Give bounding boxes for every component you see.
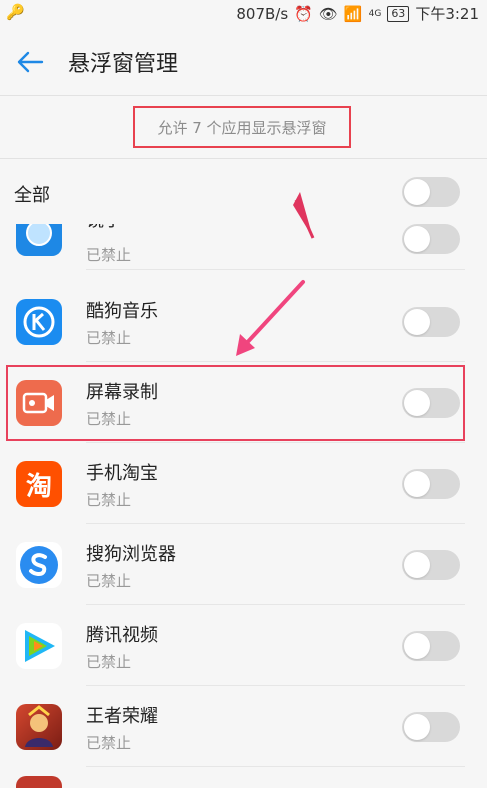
select-all-row: 全部: [0, 158, 487, 224]
app-name: 手机淘宝: [86, 463, 158, 484]
app-name: 王者荣耀: [86, 706, 158, 727]
kugou-icon: [16, 299, 62, 345]
app-toggle[interactable]: [402, 469, 460, 499]
app-toggle[interactable]: [402, 388, 460, 418]
app-row-tencent-video: 腾讯视频 已禁止: [0, 605, 487, 686]
sogou-browser-icon: [16, 542, 62, 588]
app-name: 屏幕录制: [86, 382, 158, 403]
app-name: 酷狗音乐: [86, 301, 158, 322]
battery-icon: 63: [387, 5, 410, 22]
app-row-taobao: 淘 手机淘宝 已禁止: [0, 443, 487, 524]
app-name: 腾讯视频: [86, 625, 158, 646]
taobao-icon: 淘: [16, 461, 62, 507]
app-header: 悬浮窗管理: [0, 26, 487, 96]
app-status: 已禁止: [86, 653, 132, 671]
partial-app-icon: [16, 776, 62, 788]
app-row-screen-record: 屏幕录制 已禁止: [0, 362, 487, 443]
app-name: 搜狗浏览器: [86, 544, 176, 565]
app-toggle[interactable]: [402, 631, 460, 661]
back-button[interactable]: [12, 44, 48, 80]
select-all-label: 全部: [14, 185, 50, 206]
app-toggle[interactable]: [402, 224, 460, 254]
app-toggle[interactable]: [402, 550, 460, 580]
network-speed: 807B/s: [236, 4, 289, 23]
eye-icon: 👁: [318, 4, 338, 23]
screen-record-icon: [16, 380, 62, 426]
app-status: 已禁止: [86, 329, 132, 347]
back-arrow-icon: [17, 51, 44, 73]
wifi-icon: 📶: [343, 4, 363, 23]
allowed-count-text: 允许 7 个应用显示悬浮窗: [133, 106, 351, 148]
tencent-video-icon: [16, 623, 62, 669]
app-toggle[interactable]: [402, 307, 460, 337]
app-row-sogou: 搜狗浏览器 已禁止: [0, 524, 487, 605]
app-status: 已禁止: [86, 734, 132, 752]
alarm-icon: ⏰: [294, 4, 313, 23]
app-status: 已禁止: [86, 572, 132, 590]
app-row-honor-of-kings: 王者荣耀 已禁止: [0, 686, 487, 767]
app-status: 已禁止: [86, 410, 132, 428]
honor-of-kings-icon: [16, 704, 62, 750]
app-status: 已禁止: [86, 246, 132, 264]
app-toggle[interactable]: [402, 712, 460, 742]
allowed-count-label: 允许 7 个应用显示悬浮窗: [157, 118, 327, 137]
app-status: 已禁止: [86, 491, 132, 509]
key-icon: 🔑: [6, 3, 25, 21]
page-title: 悬浮窗管理: [68, 52, 179, 77]
status-bar: 🔑 807B/s ⏰ 👁 📶 4G 63 下午3:21: [0, 0, 487, 26]
clock: 下午3:21: [415, 5, 479, 23]
network-type: 4G: [368, 8, 382, 19]
app-row-kugou: 酷狗音乐 已禁止: [0, 281, 487, 362]
status-right: 807B/s ⏰ 👁 📶 4G 63 下午3:21: [236, 3, 479, 24]
select-all-toggle[interactable]: [402, 177, 460, 207]
